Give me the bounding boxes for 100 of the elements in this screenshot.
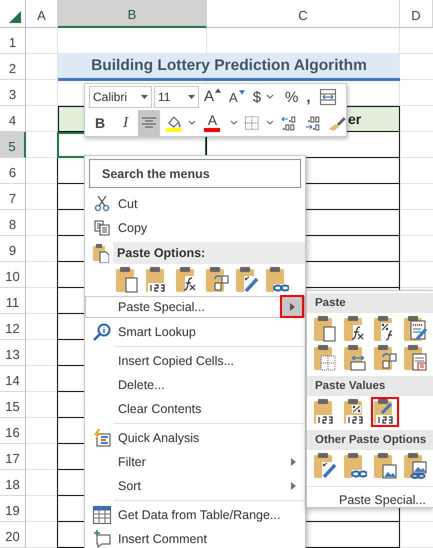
borders-icon bbox=[245, 116, 260, 130]
center-align-button[interactable] bbox=[138, 110, 160, 136]
menu-item[interactable]: Clear Contents bbox=[85, 397, 305, 421]
row-header[interactable]: 3 bbox=[0, 80, 26, 106]
column-header[interactable]: B bbox=[58, 0, 207, 28]
clipboard-icon bbox=[403, 452, 427, 480]
font-name-dropdown[interactable]: Calibri bbox=[89, 86, 152, 108]
row-header[interactable]: 8 bbox=[0, 210, 26, 236]
row-header[interactable]: 14 bbox=[0, 366, 26, 392]
section-header: Paste Options: bbox=[113, 242, 305, 264]
clipboard-icon bbox=[343, 452, 367, 480]
down-triangle-icon bbox=[238, 90, 245, 95]
menu-item[interactable]: Delete... bbox=[85, 373, 305, 397]
quick-analysis-icon bbox=[93, 429, 111, 447]
increase-font-size-button[interactable]: A bbox=[201, 85, 224, 109]
row-header[interactable]: 13 bbox=[0, 340, 26, 366]
column-header[interactable]: C bbox=[207, 0, 400, 28]
clipboard-icon bbox=[313, 344, 337, 372]
menu-item[interactable]: Insert Copied Cells... bbox=[85, 349, 305, 373]
select-all-icon bbox=[9, 11, 21, 23]
clipboard-icon bbox=[93, 243, 109, 263]
comma-style-button[interactable]: , bbox=[303, 85, 314, 109]
menu-item[interactable]: Insert Comment bbox=[85, 527, 305, 548]
clipboard-icon bbox=[205, 266, 229, 294]
paste-option-button[interactable] bbox=[265, 266, 289, 294]
row-header[interactable]: 12 bbox=[0, 314, 26, 340]
increase-decimal-icon bbox=[280, 115, 297, 131]
format-painter-icon bbox=[328, 115, 346, 131]
clipboard-icon bbox=[115, 266, 139, 294]
caret-icon bbox=[188, 95, 195, 99]
row-header[interactable]: 17 bbox=[0, 444, 26, 470]
row-header[interactable]: 19 bbox=[0, 496, 26, 522]
row-header[interactable]: 15 bbox=[0, 392, 26, 418]
paste-option-button[interactable] bbox=[401, 343, 429, 373]
menu-item[interactable]: Cut bbox=[85, 192, 305, 216]
font-color-bar bbox=[204, 128, 220, 132]
clipboard-icon bbox=[373, 452, 397, 480]
clipboard-icon bbox=[265, 266, 289, 294]
clipboard-icon bbox=[403, 315, 427, 343]
caret-icon bbox=[230, 120, 238, 126]
section-header: Paste bbox=[307, 293, 433, 313]
wrap-columns-icon bbox=[320, 89, 336, 105]
italic-button[interactable]: I bbox=[115, 111, 136, 135]
table-icon bbox=[93, 506, 111, 524]
decrease-font-size-button[interactable]: A bbox=[226, 85, 248, 109]
column-header[interactable]: A bbox=[26, 0, 58, 28]
row-header[interactable]: 16 bbox=[0, 418, 26, 444]
column-header[interactable]: D bbox=[400, 0, 433, 28]
align-center-icon bbox=[142, 117, 156, 129]
bold-button[interactable]: B bbox=[89, 111, 114, 135]
menu-item[interactable]: Smart Lookup bbox=[85, 320, 305, 344]
paste-option-button[interactable] bbox=[371, 343, 399, 373]
menu-item[interactable]: Sort bbox=[85, 474, 305, 498]
up-triangle-icon bbox=[215, 88, 222, 93]
row-header[interactable]: 6 bbox=[0, 158, 26, 184]
row-header[interactable]: 5 bbox=[0, 132, 26, 158]
paste-option-button[interactable] bbox=[115, 266, 139, 294]
paste-option-button[interactable] bbox=[371, 451, 399, 481]
search-field[interactable]: Search the menus bbox=[89, 159, 301, 188]
row-header[interactable]: 20 bbox=[0, 522, 26, 548]
menu-item[interactable]: Get Data from Table/Range... bbox=[85, 503, 305, 527]
clipboard-icon bbox=[403, 344, 427, 372]
section-header: Other Paste Options bbox=[307, 430, 433, 450]
caret-icon bbox=[266, 120, 274, 126]
row-header[interactable]: 1 bbox=[0, 28, 26, 54]
caret-icon bbox=[188, 120, 196, 126]
paste-option-button[interactable] bbox=[235, 266, 259, 294]
percent-style-button[interactable]: % bbox=[282, 85, 302, 109]
row-header[interactable]: 7 bbox=[0, 184, 26, 210]
clipboard-icon bbox=[313, 315, 337, 343]
menu-item[interactable]: Filter bbox=[85, 450, 305, 474]
caret-icon bbox=[266, 94, 274, 100]
row-header[interactable]: 9 bbox=[0, 236, 26, 262]
currency-format-button[interactable]: $ bbox=[250, 85, 264, 109]
menu-item[interactable]: Quick Analysis bbox=[85, 426, 305, 450]
paste-special-link[interactable]: Paste Special... bbox=[307, 493, 433, 507]
paste-option-button[interactable] bbox=[401, 451, 429, 481]
clipboard-icon bbox=[373, 344, 397, 372]
scissors-icon bbox=[94, 196, 110, 212]
paste-option-button[interactable] bbox=[401, 314, 429, 344]
row-header[interactable]: 18 bbox=[0, 470, 26, 496]
font-size-dropdown[interactable]: 11 bbox=[154, 86, 199, 108]
fill-color-icon bbox=[166, 114, 182, 132]
row-header[interactable]: 10 bbox=[0, 262, 26, 288]
row-header[interactable]: 4 bbox=[0, 106, 26, 132]
paste-option-button[interactable] bbox=[371, 397, 399, 427]
paste-option-button[interactable] bbox=[205, 266, 229, 294]
row-header[interactable]: 2 bbox=[0, 54, 26, 80]
caret-icon bbox=[141, 95, 148, 99]
row-header[interactable]: 11 bbox=[0, 288, 26, 314]
decrease-decimal-icon bbox=[304, 115, 320, 131]
clipboard-icon bbox=[235, 266, 259, 294]
section-header: Paste Values bbox=[307, 376, 433, 396]
menu-item[interactable]: Copy bbox=[85, 216, 305, 240]
menu-item[interactable]: Paste Special... bbox=[85, 296, 305, 318]
copy-icon bbox=[94, 220, 110, 236]
paste-option-button[interactable] bbox=[341, 451, 369, 481]
clipboard-icon bbox=[313, 452, 337, 480]
clipboard-icon bbox=[343, 344, 367, 372]
paste-option-button[interactable] bbox=[311, 451, 339, 481]
